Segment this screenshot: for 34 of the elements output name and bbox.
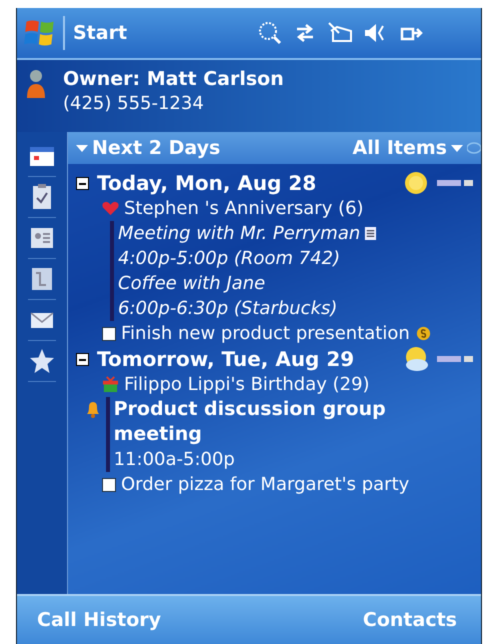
windows-logo-icon[interactable]	[23, 16, 65, 50]
heart-icon	[102, 200, 119, 217]
free-busy-bar-icon	[437, 179, 473, 187]
start-menu-label[interactable]: Start	[73, 22, 128, 44]
event-text[interactable]: Filippo Lippi's Birthday (29)	[124, 374, 370, 395]
scroll-handle-icon[interactable]	[467, 141, 481, 155]
task-checkbox[interactable]	[102, 326, 116, 340]
day-heading: Today, Mon, Aug 28	[97, 171, 316, 195]
appointment-time: 4:00p-5:00p (Room 742)	[118, 247, 342, 271]
search-icon[interactable]	[257, 20, 283, 46]
task-text[interactable]: Order pizza for Margaret's party	[121, 474, 410, 495]
person-icon	[25, 68, 47, 100]
appointment-title[interactable]: Meeting with Mr. Perryman	[118, 221, 360, 246]
task-text[interactable]: Finish new product presentation	[121, 323, 410, 344]
note-icon	[364, 226, 378, 241]
free-busy-bar-icon	[437, 355, 473, 363]
collapse-button[interactable]	[76, 176, 89, 190]
date-range-dropdown[interactable]: Next 2 Days	[76, 137, 220, 159]
owner-phone: (425) 555-1234	[63, 93, 205, 114]
phone-off-icon[interactable]	[327, 21, 353, 45]
day-heading: Tomorrow, Tue, Aug 29	[97, 347, 354, 371]
sun-icon	[403, 170, 429, 196]
appointment-time: 6:00p-6:30p (Starbucks)	[118, 297, 338, 321]
gift-icon	[102, 376, 119, 393]
owner-name: Owner: Matt Carlson	[63, 68, 284, 90]
appointment-time: 11:00a-5:00p	[114, 448, 236, 472]
task-checkbox[interactable]	[102, 478, 116, 492]
appointment-title[interactable]: Product discussion group meeting	[114, 397, 433, 447]
item-filter-dropdown[interactable]: All Items	[352, 137, 463, 159]
coin-icon	[414, 325, 432, 342]
event-text[interactable]: Stephen 's Anniversary (6)	[124, 198, 364, 219]
sun-cloud-icon	[403, 346, 429, 372]
appointment-title[interactable]: Coffee with Jane	[118, 271, 266, 296]
collapse-button[interactable]	[76, 352, 89, 366]
